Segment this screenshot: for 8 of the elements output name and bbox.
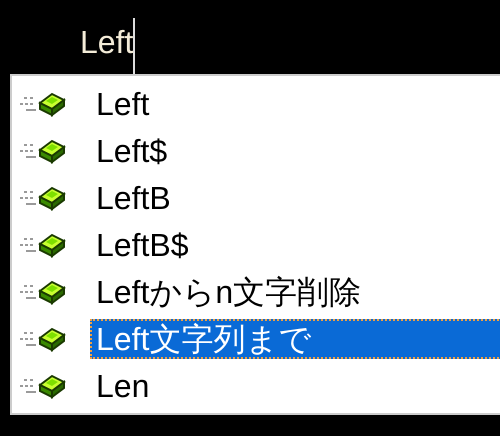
completion-item[interactable]: Len — [12, 362, 500, 409]
completion-item[interactable]: Left$ — [12, 127, 500, 174]
completion-item[interactable]: LeftB$ — [12, 221, 500, 268]
typed-text: Left — [80, 23, 134, 62]
completion-item[interactable]: LeftB — [12, 174, 500, 221]
completion-item[interactable]: Left — [12, 80, 500, 127]
completion-item[interactable]: Leftからn文字削除 — [12, 268, 500, 315]
text-caret — [133, 18, 136, 74]
